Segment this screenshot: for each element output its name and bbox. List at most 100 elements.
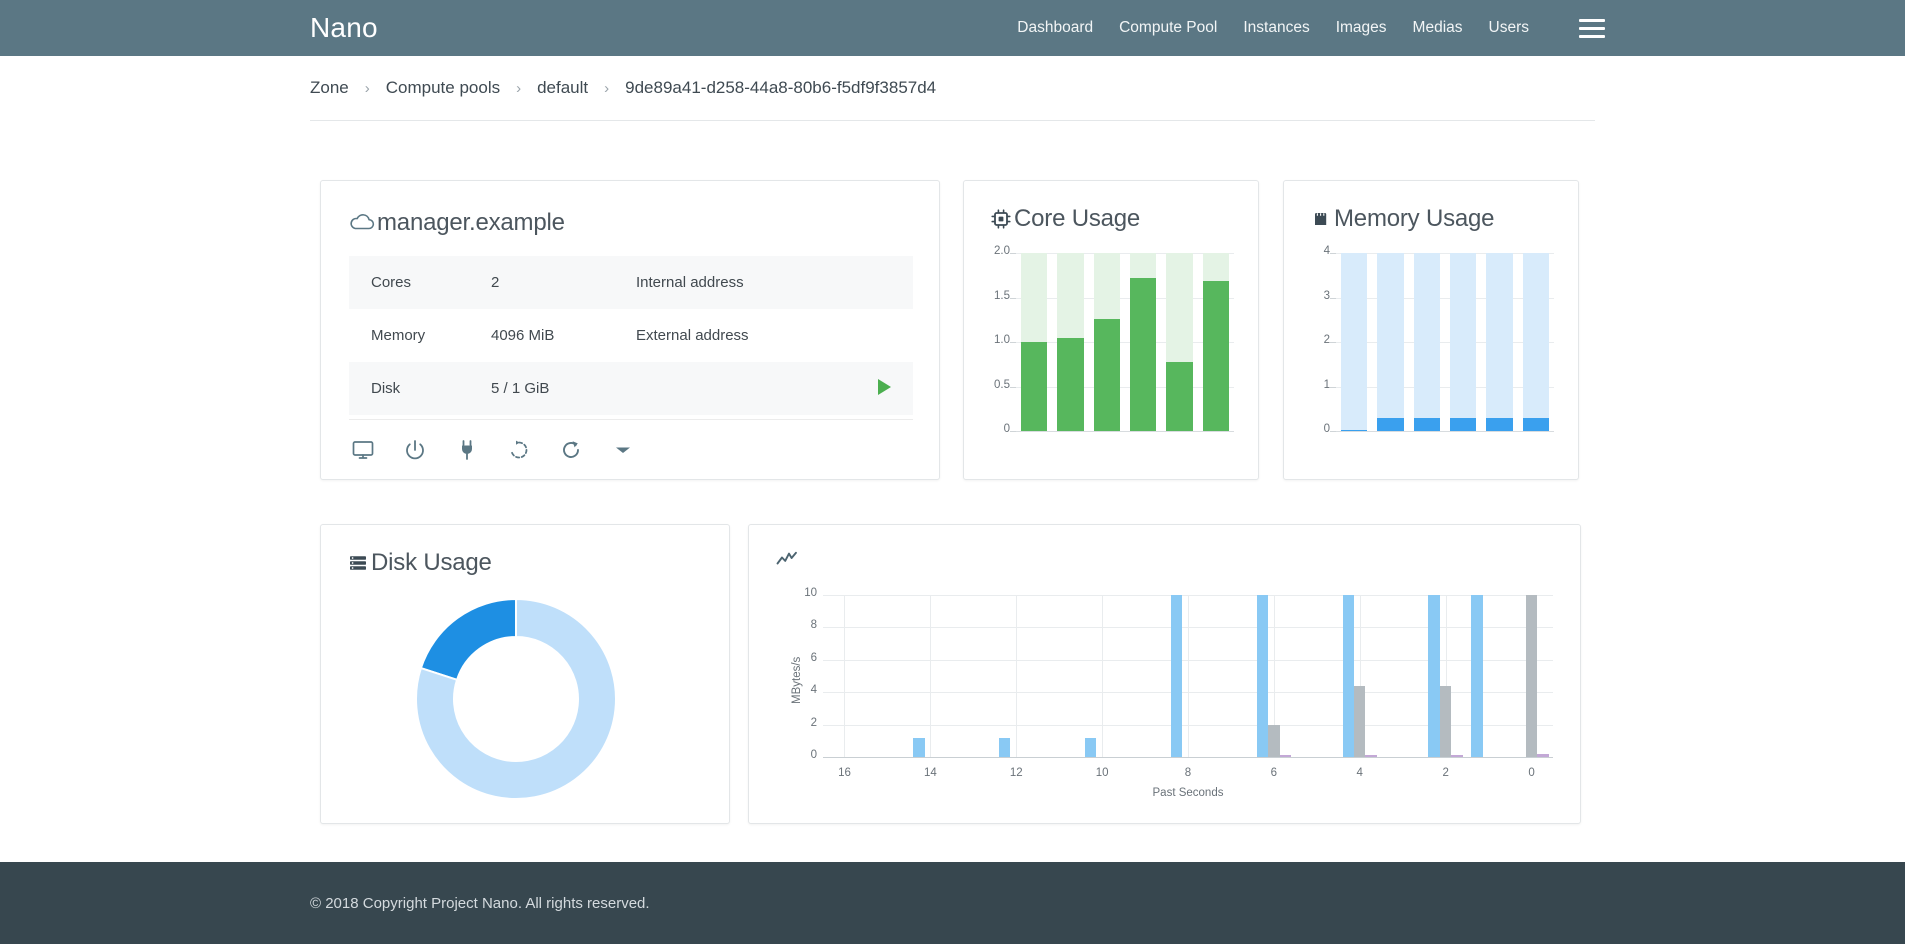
axis-tick bbox=[1330, 298, 1336, 299]
y-axis-tick-label: 0 bbox=[970, 423, 1010, 435]
x-axis-tick-label: 16 bbox=[824, 767, 864, 779]
axis-tick bbox=[1010, 298, 1016, 299]
axis-tick bbox=[1330, 253, 1336, 254]
x-axis-tick-label: 12 bbox=[996, 767, 1036, 779]
spec-value-memory: 4096 MiB bbox=[469, 309, 614, 362]
y-axis-tick-label: 10 bbox=[791, 587, 817, 599]
axis-tick bbox=[1010, 387, 1016, 388]
breadcrumb: Zone › Compute pools › default › 9de89a4… bbox=[310, 78, 1595, 121]
x-axis-tick-label: 2 bbox=[1426, 767, 1466, 779]
bar bbox=[1203, 281, 1229, 431]
spec-key-cores: Cores bbox=[349, 256, 469, 309]
bar-background bbox=[1377, 253, 1403, 431]
breadcrumb-item-compute-pools[interactable]: Compute pools bbox=[386, 78, 500, 98]
x-axis-tick-label: 8 bbox=[1168, 767, 1208, 779]
instance-card-title: manager.example bbox=[349, 209, 565, 237]
bar bbox=[1377, 418, 1403, 431]
spec-key-memory: Memory bbox=[349, 309, 469, 362]
instance-spec-table: Cores 2 Internal address Memory 4096 MiB… bbox=[349, 256, 913, 415]
spec-value-external-address bbox=[844, 309, 913, 362]
memory-usage-card: Memory Usage 01234 bbox=[1283, 180, 1579, 480]
y-axis-tick-label: 2 bbox=[1290, 334, 1330, 346]
core-card-title: Core Usage bbox=[990, 205, 1140, 233]
brand-logo[interactable]: Nano bbox=[310, 14, 378, 42]
spec-key-blank bbox=[614, 362, 844, 415]
x-axis-tick-label: 0 bbox=[1512, 767, 1552, 779]
spec-value-cores: 2 bbox=[469, 256, 614, 309]
core-usage-title: Core Usage bbox=[1014, 205, 1140, 233]
gridline bbox=[1336, 253, 1554, 254]
bar bbox=[1166, 362, 1192, 431]
breadcrumb-item-zone[interactable]: Zone bbox=[310, 78, 349, 98]
bar bbox=[1428, 595, 1439, 757]
bar bbox=[1537, 754, 1548, 757]
top-navbar: Nano Dashboard Compute Pool Instances Im… bbox=[0, 0, 1905, 56]
reset-icon[interactable] bbox=[505, 436, 533, 464]
bar bbox=[1451, 755, 1462, 757]
monitor-icon[interactable] bbox=[349, 436, 377, 464]
bar bbox=[1450, 418, 1476, 431]
y-axis-tick-label: 4 bbox=[1290, 245, 1330, 257]
bar bbox=[1085, 738, 1096, 757]
x-axis-title: Past Seconds bbox=[823, 787, 1553, 799]
y-axis-tick-label: 3 bbox=[1290, 290, 1330, 302]
gridline bbox=[1336, 298, 1554, 299]
breadcrumb-item-instance-id: 9de89a41-d258-44a8-80b6-f5df9f3857d4 bbox=[625, 78, 936, 98]
bar-background bbox=[1414, 253, 1440, 431]
copyright-text: © 2018 Copyright Project Nano. All right… bbox=[310, 895, 650, 912]
x-axis-tick-label: 6 bbox=[1254, 767, 1294, 779]
nav-link-users[interactable]: Users bbox=[1489, 19, 1529, 37]
x-axis-tick-label: 10 bbox=[1082, 767, 1122, 779]
instance-action-bar bbox=[349, 419, 913, 479]
list-menu-icon[interactable] bbox=[1579, 18, 1605, 38]
bar bbox=[1130, 278, 1156, 431]
table-row: Cores 2 Internal address bbox=[349, 256, 913, 309]
bar bbox=[1021, 342, 1047, 431]
nav-link-medias[interactable]: Medias bbox=[1413, 19, 1463, 37]
bar bbox=[1526, 595, 1537, 757]
bar-background bbox=[1486, 253, 1512, 431]
bar bbox=[913, 738, 924, 757]
nav-link-instances[interactable]: Instances bbox=[1243, 19, 1309, 37]
y-axis-tick-label: 0 bbox=[791, 749, 817, 761]
io-card-title bbox=[775, 549, 801, 569]
memory-card-title: Memory Usage bbox=[1310, 205, 1494, 233]
bar bbox=[1343, 595, 1354, 757]
x-axis-tick-label: 14 bbox=[910, 767, 950, 779]
nav-link-compute-pool[interactable]: Compute Pool bbox=[1119, 19, 1217, 37]
power-icon[interactable] bbox=[401, 436, 429, 464]
instance-summary-card: manager.example Cores 2 Internal address… bbox=[320, 180, 940, 480]
bar bbox=[1257, 595, 1268, 757]
play-icon[interactable] bbox=[878, 379, 891, 395]
nav-link-dashboard[interactable]: Dashboard bbox=[1017, 19, 1093, 37]
bar bbox=[1440, 686, 1451, 757]
gridline bbox=[1016, 595, 1017, 757]
y-axis-tick-label: 2.0 bbox=[970, 245, 1010, 257]
y-axis-tick-label: 2 bbox=[791, 717, 817, 729]
disk-usage-title: Disk Usage bbox=[371, 549, 492, 577]
gridline bbox=[1102, 595, 1103, 757]
bar-background bbox=[1341, 253, 1367, 431]
gridline bbox=[1016, 253, 1234, 254]
chevron-right-icon: › bbox=[604, 80, 609, 97]
io-throughput-chart: 02468101614121086420MBytes/sPast Seconds bbox=[789, 591, 1559, 801]
gridline bbox=[930, 595, 931, 757]
nav-link-images[interactable]: Images bbox=[1336, 19, 1387, 37]
axis-baseline bbox=[823, 757, 1553, 758]
donut-svg bbox=[416, 599, 616, 799]
table-row: Disk 5 / 1 GiB bbox=[349, 362, 913, 415]
breadcrumb-item-default[interactable]: default bbox=[537, 78, 588, 98]
reload-icon[interactable] bbox=[557, 436, 585, 464]
disk-usage-donut-chart bbox=[416, 599, 616, 799]
chevron-down-icon[interactable] bbox=[609, 436, 637, 464]
table-row: Memory 4096 MiB External address bbox=[349, 309, 913, 362]
instance-name: manager.example bbox=[377, 209, 565, 237]
bar-background bbox=[1523, 253, 1549, 431]
core-usage-card: Core Usage 00.51.01.52.0 bbox=[963, 180, 1259, 480]
plug-icon[interactable] bbox=[453, 436, 481, 464]
memory-usage-title: Memory Usage bbox=[1334, 205, 1494, 233]
line-chart-icon bbox=[775, 549, 799, 569]
start-instance-cell bbox=[844, 362, 913, 415]
bar bbox=[1471, 595, 1482, 757]
disk-usage-card: Disk Usage bbox=[320, 524, 730, 824]
